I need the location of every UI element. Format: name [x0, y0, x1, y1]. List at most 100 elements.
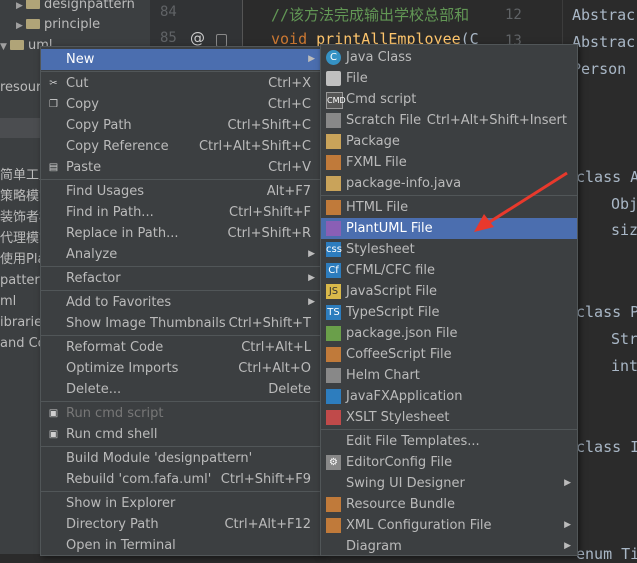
tree-item[interactable]: ▶ designpattern — [16, 0, 135, 15]
menu-item-analyze[interactable]: Analyze ▶ — [41, 244, 321, 265]
copy-icon: ❐ — [49, 99, 58, 110]
new-item-cfml-cfc-file[interactable]: Cf CFML/CFC file — [321, 260, 577, 281]
menu-item-paste[interactable]: ▤ Paste Ctrl+V — [41, 157, 321, 178]
code-text[interactable]: Abstrac — [572, 33, 635, 51]
menu-item-label: File — [346, 71, 368, 86]
menu-item-show-image-thumbnails[interactable]: Show Image Thumbnails Ctrl+Shift+T — [41, 313, 321, 334]
menu-item-open-in-terminal[interactable]: Open in Terminal — [41, 535, 321, 556]
code-text[interactable]: Abstrac — [572, 6, 635, 24]
tree-item[interactable]: ml — [0, 291, 16, 312]
tree-item[interactable]: 使用Pla — [0, 249, 45, 270]
menu-item-run-cmd-script[interactable]: ▣ Run cmd script — [41, 403, 321, 424]
code-text[interactable]: Str — [611, 330, 637, 348]
new-item-stylesheet[interactable]: css Stylesheet — [321, 239, 577, 260]
new-item-javascript-file[interactable]: JS JavaScript File — [321, 281, 577, 302]
menu-separator — [41, 290, 321, 291]
code-text[interactable]: enum Ti — [576, 545, 637, 563]
new-item-cmd-script[interactable]: CMD Cmd script — [321, 89, 577, 110]
menu-item-copy[interactable]: ❐ Copy Ctrl+C — [41, 94, 321, 115]
menu-item-label: Delete... — [66, 382, 122, 397]
menu-item-cut[interactable]: ✂ Cut Ctrl+X — [41, 73, 321, 94]
code-text[interactable]: Obj — [611, 195, 637, 213]
new-item-typescript-file[interactable]: TS TypeScript File — [321, 302, 577, 323]
menu-item-label: Rebuild 'com.fafa.uml' — [66, 472, 212, 487]
code-text[interactable]: class A — [576, 168, 637, 186]
collapse-arrow-icon[interactable]: ▶ — [16, 16, 26, 37]
folder-icon — [26, 19, 40, 29]
menu-item-label: Edit File Templates... — [346, 434, 480, 449]
paste-icon: ▤ — [48, 162, 59, 173]
menu-item-build-module-designpattern[interactable]: Build Module 'designpattern' — [41, 448, 321, 469]
new-submenu: C Java Class File CMD Cmd script Scratch File… — [320, 44, 578, 556]
new-item-xml-configuration-file[interactable]: XML Configuration File ▶ — [321, 515, 577, 536]
new-item-scratch-file[interactable]: Scratch File Ctrl+Alt+Shift+Insert — [321, 110, 577, 131]
menu-item-rebuild-com-fafa-uml[interactable]: Rebuild 'com.fafa.uml' Ctrl+Shift+F9 — [41, 469, 321, 490]
submenu-arrow-icon: ▶ — [308, 273, 315, 283]
tree-item[interactable]: and Co — [0, 333, 46, 354]
menu-item-show-in-explorer[interactable]: Show in Explorer — [41, 493, 321, 514]
new-item-edit-file-templates[interactable]: Edit File Templates... — [321, 431, 577, 452]
menu-item-label: Run cmd script — [66, 406, 164, 421]
menu-item-shortcut: Ctrl+Alt+L — [241, 340, 311, 355]
package-info-icon — [326, 176, 341, 191]
line-number: 85 — [160, 30, 177, 46]
new-item-xslt-stylesheet[interactable]: XSLT Stylesheet — [321, 407, 577, 428]
menu-separator — [41, 401, 321, 402]
new-item-helm-chart[interactable]: Helm Chart — [321, 365, 577, 386]
menu-separator — [321, 429, 577, 430]
new-item-resource-bundle[interactable]: Resource Bundle — [321, 494, 577, 515]
scratch-file-icon — [326, 113, 341, 128]
new-item-editorconfig-file[interactable]: ⚙ EditorConfig File — [321, 452, 577, 473]
menu-item-label: CoffeeScript File — [346, 347, 452, 362]
menu-item-run-cmd-shell[interactable]: ▣ Run cmd shell — [41, 424, 321, 445]
code-text[interactable]: class I — [576, 438, 637, 456]
menu-item-label: Swing UI Designer — [346, 476, 465, 491]
new-item-package-json-file[interactable]: package.json File — [321, 323, 577, 344]
code-text[interactable]: siz — [611, 221, 637, 239]
menu-item-replace-in-path[interactable]: Replace in Path... Ctrl+Shift+R — [41, 223, 321, 244]
menu-item-delete[interactable]: Delete... Delete — [41, 379, 321, 400]
menu-item-new[interactable]: New ▶ — [41, 49, 321, 70]
menu-item-label: Cut — [66, 76, 89, 91]
new-item-java-class[interactable]: C Java Class — [321, 47, 577, 68]
code-text[interactable]: class P — [576, 303, 637, 321]
menu-item-directory-path[interactable]: Directory Path Ctrl+Alt+F12 — [41, 514, 321, 535]
menu-item-label: Reformat Code — [66, 340, 164, 355]
menu-item-label: Paste — [66, 160, 102, 175]
menu-item-shortcut: Ctrl+Alt+Shift+C — [198, 139, 311, 154]
tree-item[interactable]: ▶ principle — [16, 14, 100, 35]
menu-separator — [41, 266, 321, 267]
code-line-comment[interactable]: //该方法完成输出学校总部和 — [271, 4, 469, 25]
expand-arrow-icon[interactable]: ▼ — [0, 37, 10, 58]
menu-item-shortcut: Alt+F7 — [266, 184, 311, 199]
cmd-icon: CMD — [326, 92, 346, 109]
menu-item-label: New — [66, 52, 95, 67]
menu-separator — [41, 446, 321, 447]
menu-item-add-to-favorites[interactable]: Add to Favorites ▶ — [41, 292, 321, 313]
new-item-coffeescript-file[interactable]: CoffeeScript File — [321, 344, 577, 365]
menu-item-find-in-path[interactable]: Find in Path... Ctrl+Shift+F — [41, 202, 321, 223]
menu-item-label: Copy — [66, 97, 99, 112]
menu-item-label: package-info.java — [346, 176, 462, 191]
menu-item-copy-reference[interactable]: Copy Reference Ctrl+Alt+Shift+C — [41, 136, 321, 157]
menu-item-reformat-code[interactable]: Reformat Code Ctrl+Alt+L — [41, 337, 321, 358]
code-text[interactable]: Person — [572, 60, 626, 78]
menu-item-label: Run cmd shell — [66, 427, 158, 442]
new-item-javafxapplication[interactable]: JavaFXApplication — [321, 386, 577, 407]
menu-item-label: Helm Chart — [346, 368, 420, 383]
code-text[interactable]: int — [611, 357, 637, 375]
line-number: 84 — [160, 4, 177, 20]
new-item-package[interactable]: Package — [321, 131, 577, 152]
xml-icon — [326, 518, 341, 533]
cmd-icon: ▣ — [48, 408, 59, 419]
menu-item-label: Analyze — [66, 247, 118, 262]
menu-item-refactor[interactable]: Refactor ▶ — [41, 268, 321, 289]
menu-item-label: JavaScript File — [346, 284, 438, 299]
menu-item-copy-path[interactable]: Copy Path Ctrl+Shift+C — [41, 115, 321, 136]
menu-item-optimize-imports[interactable]: Optimize Imports Ctrl+Alt+O — [41, 358, 321, 379]
menu-item-find-usages[interactable]: Find Usages Alt+F7 — [41, 181, 321, 202]
new-item-swing-ui-designer[interactable]: Swing UI Designer ▶ — [321, 473, 577, 494]
new-item-file[interactable]: File — [321, 68, 577, 89]
html-icon — [326, 200, 341, 215]
override-icon[interactable]: @ — [190, 29, 205, 47]
